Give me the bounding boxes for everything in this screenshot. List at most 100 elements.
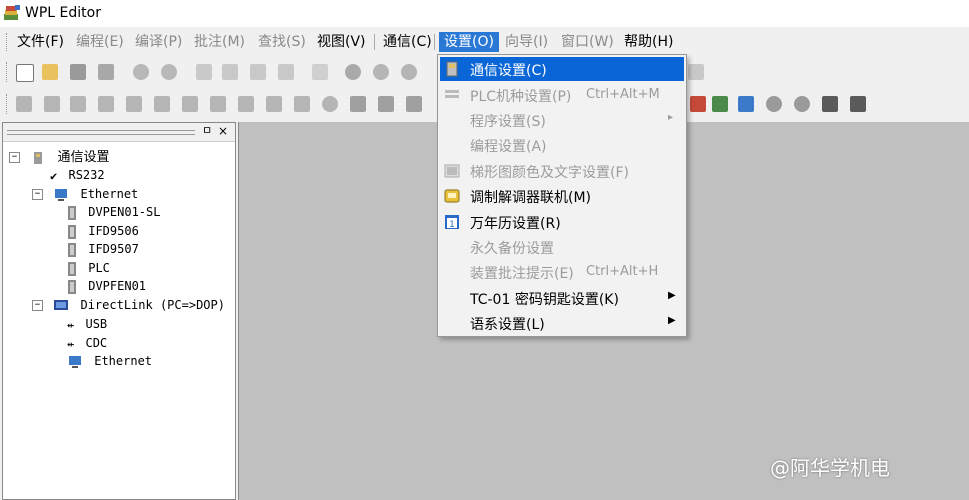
close-icon[interactable]: × [217,125,229,137]
online-icon[interactable] [98,96,114,112]
zoom-out-icon[interactable] [401,64,417,80]
menu-item-language[interactable]: 语系设置(L) ▶ [440,311,684,335]
comm-settings-icon [34,151,43,164]
menu-item-modem[interactable]: 调制解调器联机(M) [440,184,684,208]
zoom-icon[interactable] [345,64,361,80]
tree-item-label: Ethernet [80,187,139,201]
menu-item-plc-model[interactable]: PLC机种设置(P) Ctrl+Alt+M [440,83,684,107]
menu-item-ladder-color[interactable]: 梯形图颜色及文字设置(F) [440,159,684,183]
menu-compile[interactable]: 编译(P) [130,32,187,52]
menu-window[interactable]: 窗口(W) [556,32,619,52]
tree-item-ifd9507[interactable]: IFD9507 [67,240,139,258]
grid-icon[interactable] [378,96,394,112]
toolbar-grip[interactable] [6,62,10,82]
new-file-icon[interactable] [16,64,34,82]
tree-item-rs232[interactable]: ✔ RS232 [50,166,105,184]
menu-communication[interactable]: 通信(C) [378,32,437,52]
sfc-mode-icon[interactable] [70,96,86,112]
pin-icon[interactable] [322,96,338,112]
tree-item-label: CDC [85,336,108,350]
save-icon[interactable] [70,64,86,80]
modem-icon [444,189,460,203]
zoom-in-icon[interactable] [373,64,389,80]
undo-icon[interactable] [133,64,149,80]
menu-view[interactable]: 视图(V) [312,32,371,52]
tree-item-directlink[interactable]: − DirectLink (PC=>DOP) [32,296,225,314]
edit-icon[interactable] [238,96,254,112]
menu-item-tc01-password-key[interactable]: TC-01 密码钥匙设置(K) ▶ [440,286,684,310]
menubar-grip[interactable] [6,33,10,51]
comm-settings-icon [446,61,458,77]
module-icon [68,261,76,276]
menu-help[interactable]: 帮助(H) [619,32,678,52]
trend-icon[interactable] [210,96,226,112]
function-icon[interactable] [712,96,728,112]
menu-item-device-comment-hint[interactable]: 装置批注提示(E) Ctrl+Alt+H [440,260,684,284]
m-device-icon[interactable] [766,96,782,112]
menu-settings[interactable]: 设置(O) [439,32,499,52]
network-icon[interactable] [822,96,838,112]
instruction-mode-icon[interactable] [44,96,60,112]
menu-find[interactable]: 查找(S) [253,32,311,52]
tree-item-label: DVPEN01-SL [88,205,161,219]
tree-item-dvpfen01[interactable]: DVPFEN01 [67,277,146,295]
menu-edit[interactable]: 编程(E) [71,32,129,52]
module-icon [68,242,76,257]
block-icon[interactable] [350,96,366,112]
coil-icon[interactable] [690,96,706,112]
note-icon[interactable] [294,96,310,112]
tree-item-dvpen01-sl[interactable]: DVPEN01-SL [67,203,160,221]
ladder-mode-icon[interactable] [16,96,32,112]
menu-item-permanent-backup[interactable]: 永久备份设置 [440,235,684,259]
comment-icon[interactable] [266,96,282,112]
menu-item-calendar[interactable]: 1 万年历设置(R) [440,210,684,234]
tree-item-cdc[interactable]: ⇷ CDC [67,334,107,352]
menu-item-programming-settings[interactable]: 编程设置(A) [440,133,684,157]
tree-item-label: IFD9506 [88,224,139,238]
tree-item-label: DirectLink (PC=>DOP) [80,298,225,312]
title-bar: WPL Editor [0,0,969,27]
tree-item-label: DVPFEN01 [88,279,147,293]
menu-separator [434,34,435,50]
tree-item-directlink-ethernet[interactable]: Ethernet [67,352,152,370]
menu-item-comm-settings[interactable]: 通信设置(C) [440,57,684,81]
collapse-icon[interactable]: − [32,189,43,200]
eraser-icon[interactable] [278,64,294,80]
p-device-icon[interactable] [794,96,810,112]
monitor-icon[interactable] [126,96,142,112]
jump-icon[interactable] [312,64,328,80]
collapse-icon[interactable]: − [32,300,43,311]
panel-grip[interactable] [7,130,195,135]
tree-root-label: 通信设置 [57,150,110,165]
pin-icon[interactable]: ㅁ [201,125,213,137]
watermark: @阿华学机电 [770,456,890,480]
register-table-icon[interactable] [182,96,198,112]
menu-comment[interactable]: 批注(M) [189,32,250,52]
device-monitor-icon[interactable] [154,96,170,112]
toolbar-grip[interactable] [6,94,10,114]
paste-icon[interactable] [250,64,266,80]
tree-item-plc[interactable]: PLC [67,259,110,277]
tree-item-ifd9506[interactable]: IFD9506 [67,222,139,240]
cut-icon[interactable] [196,64,212,80]
tree-item-label: USB [85,317,108,331]
open-folder-icon[interactable] [42,64,58,80]
menu-wizard[interactable]: 向导(I) [500,32,553,52]
tree-item-ethernet[interactable]: − Ethernet [32,185,138,203]
redo-icon[interactable] [161,64,177,80]
copy-icon[interactable] [222,64,238,80]
toolbar-tool-icon[interactable] [688,64,704,80]
network-pc-icon [55,188,68,201]
module-icon [68,279,76,294]
tree-item-usb[interactable]: ⇷ USB [67,315,107,333]
transfer-icon[interactable] [850,96,866,112]
image-icon[interactable] [738,96,754,112]
tree-root[interactable]: − 通信设置 [9,148,109,166]
app-logo-icon [4,5,20,20]
collapse-icon[interactable]: − [9,152,20,163]
print-icon[interactable] [98,64,114,80]
table-icon[interactable] [406,96,422,112]
menu-file[interactable]: 文件(F) [12,32,69,52]
submenu-arrow-icon: ▸ [668,112,674,123]
menu-item-program-settings[interactable]: 程序设置(S) ▸ [440,108,684,132]
